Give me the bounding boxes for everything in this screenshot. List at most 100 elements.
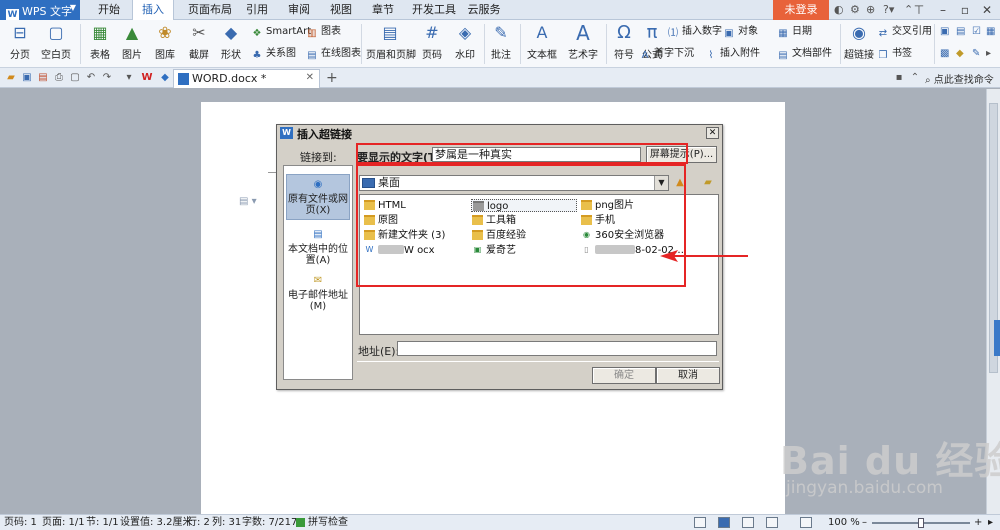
annotation-box-display-text [356, 143, 688, 164]
share-icon[interactable]: ⊕ [866, 3, 875, 16]
status-word-count[interactable]: 字数: 7/217 [242, 515, 297, 530]
export-pdf-icon[interactable]: ▤ [36, 71, 50, 85]
cross-ref-button[interactable]: ⇄ 交叉引用 [876, 24, 932, 40]
more-icon[interactable]: ▸ [986, 46, 991, 62]
insert-number-button[interactable]: ⑴ 插入数字 [666, 24, 722, 40]
outline-view-icon[interactable] [742, 517, 754, 528]
relation-button[interactable]: ♣ 关系图 [250, 46, 296, 62]
watermark-button[interactable]: ◈ 水印 [450, 22, 480, 61]
address-input[interactable] [397, 341, 717, 356]
date-button[interactable]: ▦ 日期 [776, 24, 812, 40]
cloud-doc-icon[interactable]: ◆ [158, 71, 172, 85]
chevron-up-icon[interactable]: ⌃ [908, 71, 922, 85]
online-chart-button[interactable]: ▤ 在线图表 [305, 46, 361, 62]
web-view-icon[interactable] [766, 517, 778, 528]
tab-home[interactable]: 开始 [88, 0, 130, 20]
reading-view-icon[interactable] [800, 517, 812, 528]
bookmark-button[interactable]: ❒ 书签 [876, 46, 912, 62]
fullscreen-view-icon[interactable] [694, 517, 706, 528]
lock-icon[interactable]: ◆ [956, 46, 964, 62]
browse-folder-icon[interactable]: ▰ [701, 176, 715, 190]
tab-view[interactable]: 视图 [322, 0, 360, 20]
chat-icon[interactable]: ▪ [892, 71, 906, 85]
status-column: 列: 31 [212, 517, 242, 528]
zoom-slider-thumb[interactable] [918, 518, 924, 528]
status-menu-icon[interactable]: ▸ [988, 515, 993, 530]
insert-attachment-button[interactable]: ⌇ 插入附件 [704, 46, 760, 62]
edit-icon[interactable]: ✎ [972, 46, 980, 62]
drop-cap-button[interactable]: A 首字下沉 [638, 46, 694, 62]
textbox-button[interactable]: A 文本框 [524, 22, 560, 61]
chart-button[interactable]: ▥ 图表 [305, 24, 341, 40]
tab-cloud[interactable]: 云服务 [464, 0, 504, 20]
cancel-button[interactable]: 取消 [656, 367, 720, 384]
new-tab-icon[interactable]: + [326, 70, 338, 86]
undo-icon[interactable]: ↶ [84, 71, 98, 85]
tab-insert[interactable]: 插入 [132, 0, 174, 21]
link-to-email[interactable]: ✉ 电子邮件地址(M) [286, 274, 350, 312]
close-icon[interactable]: ✕ [974, 0, 1000, 20]
hyperlink-button[interactable]: ◉ 超链接 [843, 22, 875, 61]
page-view-icon[interactable] [718, 517, 730, 528]
customize-icon[interactable]: ▾ [122, 71, 136, 85]
tab-references[interactable]: 引用 [238, 0, 276, 20]
watermark-main: Bai du 经验 [780, 439, 1000, 483]
find-command-search[interactable]: ⌕ 点此查找命令 [925, 71, 994, 86]
tab-review[interactable]: 审阅 [280, 0, 318, 20]
zoom-in-icon[interactable]: + [974, 515, 982, 530]
field-icon[interactable]: ▣ [940, 24, 949, 40]
doc-parts-button[interactable]: ▤ 文档部件 [776, 46, 832, 62]
wordart-button[interactable]: A 艺术字 [563, 22, 603, 61]
settings-icon[interactable]: ⚙ [850, 3, 860, 16]
redo-icon[interactable]: ↷ [100, 71, 114, 85]
page-break-button[interactable]: ⊟ 分页 [4, 22, 36, 61]
close-tab-icon[interactable]: ✕ [306, 72, 314, 83]
zoom-out-icon[interactable]: – [862, 515, 867, 530]
login-button[interactable]: 未登录 [773, 0, 829, 20]
link-to-existing-file[interactable]: ◉ 原有文件或网页(X) [286, 174, 350, 220]
skin-icon[interactable]: ◐ [834, 3, 844, 16]
ok-button[interactable]: 确定 [592, 367, 656, 384]
comment-icon: ✎ [494, 23, 508, 42]
smartart-button[interactable]: ❖ SmartArt [250, 24, 312, 40]
open-folder-icon[interactable]: ▰ [4, 71, 18, 85]
blank-page-button[interactable]: ▢ 空白页 [38, 22, 74, 61]
app-menu-button[interactable]: W WPS 文字 ▼ [0, 0, 80, 22]
page-break-icon: ⊟ [13, 23, 27, 42]
chart-icon: ▥ [307, 28, 317, 39]
tab-sections[interactable]: 章节 [364, 0, 402, 20]
header-footer-icon: ▤ [382, 23, 398, 42]
title-tab-bar: W WPS 文字 ▼ 开始 插入 页面布局 引用 审阅 视图 章节 开发工具 云服… [0, 0, 1000, 22]
tab-developer[interactable]: 开发工具 [406, 0, 462, 20]
preview-icon[interactable]: ▢ [68, 71, 82, 85]
spell-check-toggle[interactable]: 拼写检查 [296, 515, 348, 530]
image-field-icon[interactable]: ▩ [940, 46, 949, 62]
combo-icon[interactable]: ▦ [986, 24, 995, 40]
side-panel-toggle[interactable] [994, 320, 1000, 356]
globe-link-icon: ◉ [852, 23, 866, 42]
paragraph-layout-icon[interactable]: ▤ ▾ [239, 196, 257, 207]
symbol-button[interactable]: Ω 符号 [609, 22, 639, 61]
print-icon[interactable]: ⎙ [52, 71, 66, 85]
checkbox-icon[interactable]: ☑ [972, 24, 981, 40]
help-icon[interactable]: ?▾ [883, 3, 894, 16]
comment-button[interactable]: ✎ 批注 [488, 22, 514, 61]
quick-access-bar: ▰ ▣ ▤ ⎙ ▢ ↶ ↷ ▾ W ◆ WORD.docx * ✕ + ▪ ⌃ … [0, 68, 1000, 88]
gallery-button[interactable]: ❀ 图库 [150, 22, 180, 61]
object-button[interactable]: ▣ 对象 [722, 24, 758, 40]
header-footer-button[interactable]: ▤ 页眉和页脚 [366, 22, 416, 61]
wps-home-icon[interactable]: W [140, 71, 154, 85]
picture-button[interactable]: ▲ 图片 [118, 22, 146, 61]
link-to-this-document[interactable]: ▤ 本文档中的位置(A) [286, 228, 350, 266]
document-tab[interactable]: WORD.docx * ✕ [173, 69, 320, 88]
restore-ribbon-icon[interactable]: ⊤ [906, 0, 932, 20]
form-icon[interactable]: ▤ [956, 24, 965, 40]
page-number-button[interactable]: # 页码 [418, 22, 446, 61]
table-button[interactable]: ▦ 表格 [86, 22, 114, 61]
screenshot-button[interactable]: ✂ 截屏 [184, 22, 214, 61]
shapes-button[interactable]: ◆ 形状 [216, 22, 246, 61]
tab-page-layout[interactable]: 页面布局 [178, 0, 242, 20]
dialog-close-button[interactable]: ✕ [706, 127, 719, 139]
ribbon-separator [934, 24, 935, 64]
save-icon[interactable]: ▣ [20, 71, 34, 85]
